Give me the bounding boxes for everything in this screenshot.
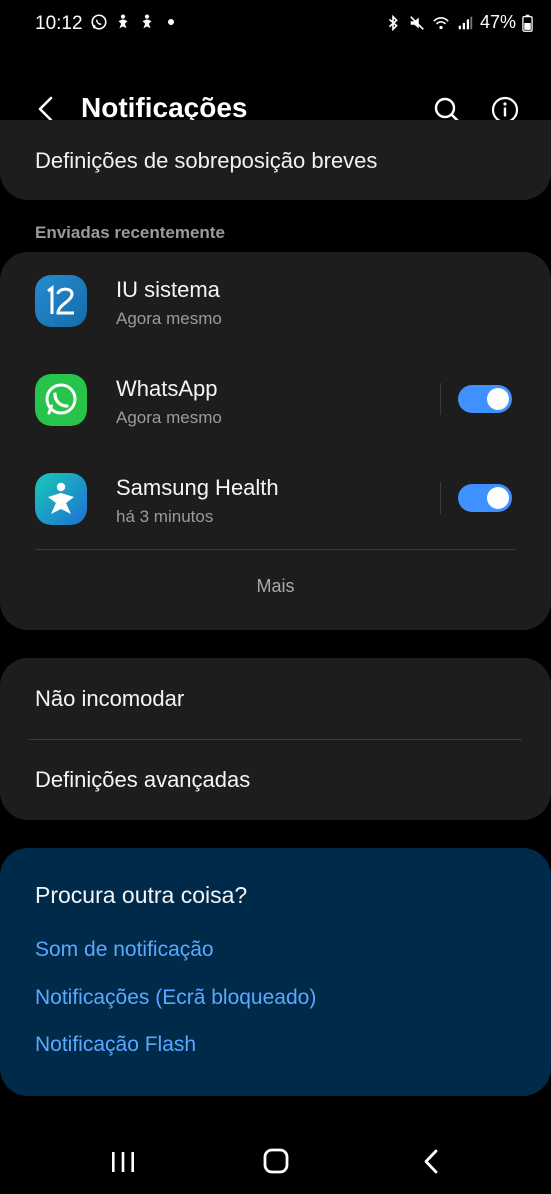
more-button[interactable]: Mais [0,564,551,608]
battery-percent: 47% [479,12,516,32]
mute-icon [410,15,424,30]
app-time: Agora mesmo [116,408,222,427]
app-time: Agora mesmo [116,309,222,328]
samsung-health-icon [118,14,128,29]
bluetooth-icon [388,14,398,31]
link-lock-screen-notifications[interactable]: Notificações (Ecrã bloqueado) [35,986,316,1010]
app-row-samsung-health[interactable]: Samsung Health há 3 minutos [0,450,551,549]
app-row-system-ui[interactable]: IU sistema Agora mesmo [0,252,551,351]
wifi-icon [433,16,449,29]
samsung-health-icon [142,14,152,29]
app-name: Samsung Health [116,475,279,500]
section-label-recent: Enviadas recentemente [35,223,225,242]
toggle-knob [487,388,509,410]
app-name: WhatsApp [116,376,218,401]
battery-icon [522,14,533,32]
status-left-icons [90,12,174,32]
navigation-bar [0,1130,551,1194]
suggestions-title: Procura outra coisa? [35,882,248,908]
back-nav-icon[interactable] [411,1144,451,1180]
app-name: IU sistema [116,277,220,302]
whatsapp-icon [91,14,107,30]
overlay-settings-label: Definições de sobreposição breves [35,148,378,173]
samsung-health-toggle[interactable] [458,484,512,512]
divider [35,549,516,550]
overlay-settings-card[interactable]: Definições de sobreposição breves [0,120,551,200]
divider [28,739,522,740]
notification-dot [168,19,174,25]
app-row-whatsapp[interactable]: WhatsApp Agora mesmo [0,351,551,450]
settings-card: Não incomodar Definições avançadas [0,658,551,820]
status-bar: 10:12 47% [0,0,551,50]
whatsapp-icon [35,374,87,426]
whatsapp-toggle[interactable] [458,385,512,413]
recent-apps-icon[interactable] [103,1144,143,1180]
recent-apps-card: IU sistema Agora mesmo WhatsApp Agora me… [0,252,551,630]
suggestions-card: Procura outra coisa? Som de notificação … [0,848,551,1096]
home-icon[interactable] [256,1144,296,1180]
row-divider [440,482,441,514]
status-time: 10:12 [35,13,83,34]
signal-icon [458,16,473,29]
advanced-settings-item[interactable]: Definições avançadas [35,767,250,793]
samsung-health-icon [35,473,87,525]
link-flash-notification[interactable]: Notificação Flash [35,1033,196,1057]
toggle-knob [487,487,509,509]
do-not-disturb-item[interactable]: Não incomodar [35,686,184,712]
link-notification-sound[interactable]: Som de notificação [35,938,214,962]
system-ui-icon [35,275,87,327]
status-right-icons: 47% [384,12,533,33]
row-divider [440,383,441,415]
app-time: há 3 minutos [116,507,214,526]
